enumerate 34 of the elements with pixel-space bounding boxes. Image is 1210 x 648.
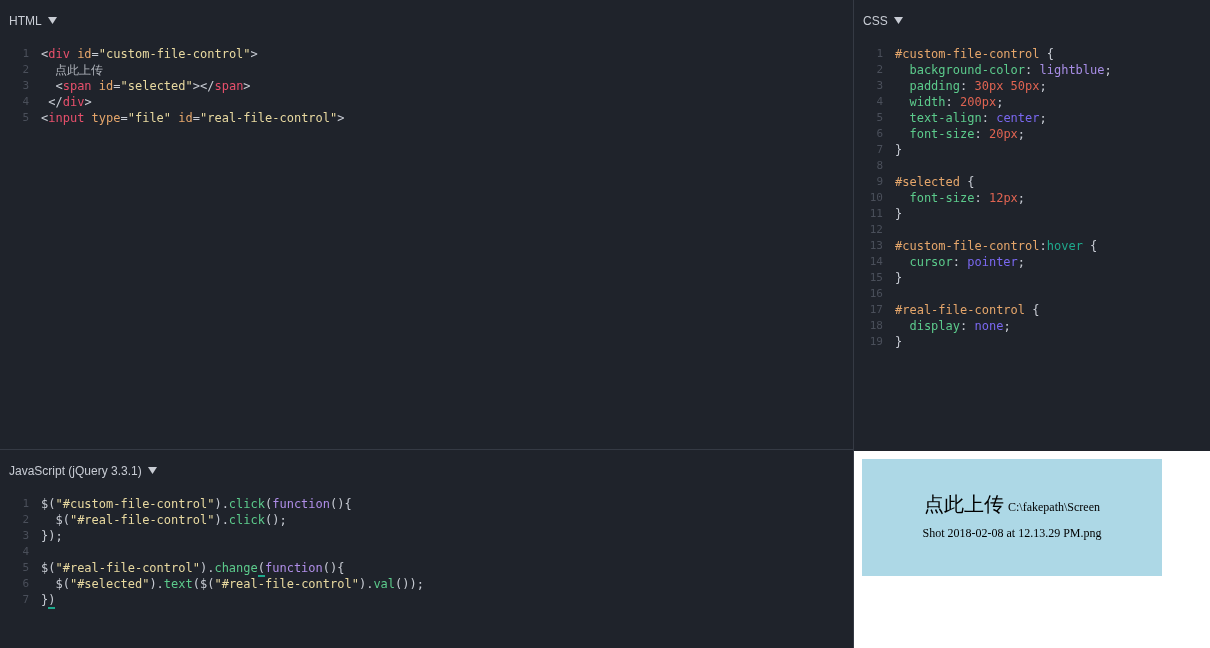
editor-title: JavaScript (jQuery 3.3.1) (9, 462, 142, 480)
code-line: font-size: 12px; (908, 190, 1026, 206)
code-line: } (895, 270, 903, 286)
code-line: font-size: 20px; (908, 126, 1026, 142)
code-line: background-color: lightblue; (908, 62, 1112, 78)
code-line: cursor: pointer; (908, 254, 1026, 270)
code-line: 点此上传 (54, 62, 104, 78)
code-line: #custom-file-control { (895, 46, 1054, 62)
code-line: } (895, 334, 903, 350)
dropdown-caret-icon[interactable] (893, 17, 903, 24)
code-line: }) (41, 592, 56, 608)
code-line: width: 200px; (908, 94, 1004, 110)
editor-title: CSS (863, 12, 888, 30)
code-line: #selected { (895, 174, 975, 190)
code-line: #real-file-control { (895, 302, 1040, 318)
code-line: $("#real-file-control").change(function(){ (41, 560, 345, 576)
code-line: $("#real-file-control").click(); (54, 512, 287, 528)
code-line: } (895, 206, 903, 222)
dropdown-caret-icon[interactable] (147, 467, 157, 474)
code-line: <input type="file" id="real-file-control"> (41, 110, 345, 126)
code-line: display: none; (908, 318, 1011, 334)
code-line: text-align: center; (908, 110, 1047, 126)
code-line: }); (41, 528, 63, 544)
code-line: } (895, 142, 903, 158)
dropdown-caret-icon[interactable] (47, 17, 57, 24)
code-line: <span id="selected"></span> (54, 78, 251, 94)
code-line: #custom-file-control:hover { (895, 238, 1098, 254)
code-line: $("#custom-file-control").click(function(){ (41, 496, 352, 512)
code-line: padding: 30px 50px; (908, 78, 1047, 94)
code-line: <div id="custom-file-control"> (41, 46, 258, 62)
code-line: </div> (47, 94, 92, 110)
code-line: $("#selected").text($("#real-file-control").val()); (54, 576, 424, 592)
editor-title: HTML (9, 12, 42, 30)
upload-control[interactable]: 点此上传 C:\fakepath\Screen Shot 2018-02-08 at 12.13.29 PM.png (862, 459, 1162, 576)
